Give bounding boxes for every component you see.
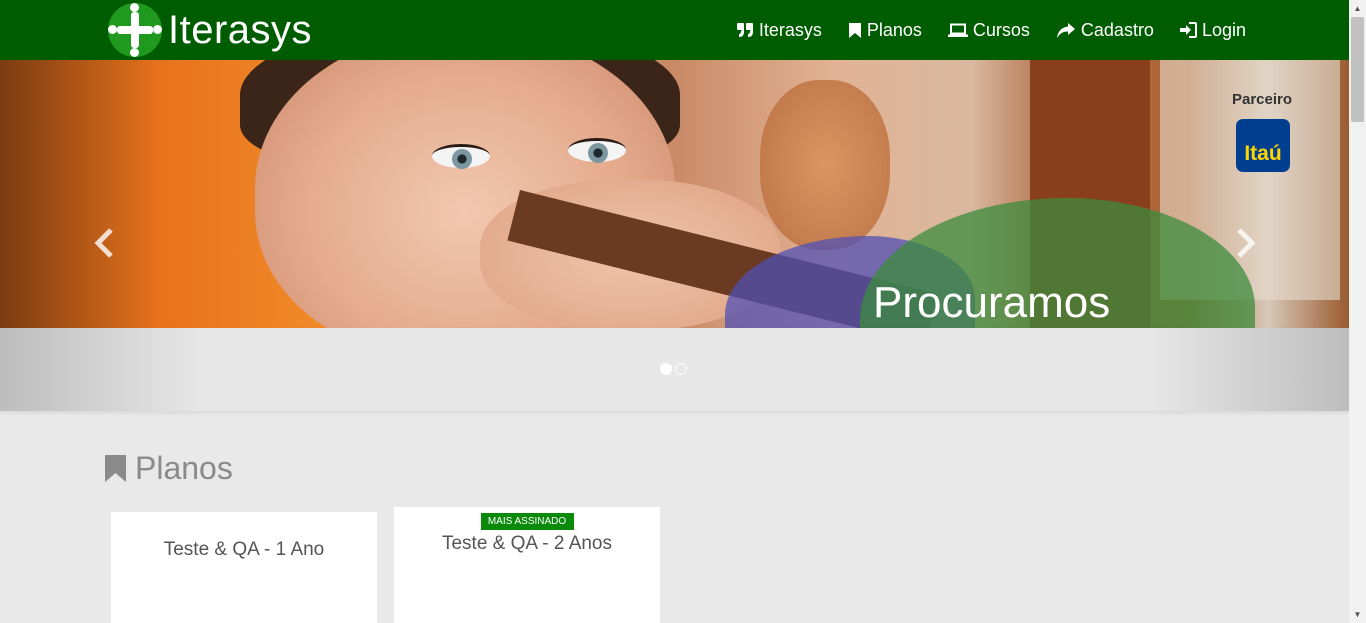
brand-name: Iterasys bbox=[168, 7, 313, 52]
carousel-indicator-1[interactable] bbox=[660, 363, 672, 375]
top-navbar: Iterasys Iterasys Planos Cursos Cadastro… bbox=[0, 0, 1349, 60]
photo-right-eye bbox=[568, 138, 626, 163]
nav-item-cursos[interactable]: Cursos bbox=[947, 19, 1030, 41]
plans-section-title: Planos bbox=[104, 450, 233, 487]
plans-title-text: Planos bbox=[135, 450, 233, 486]
nav-item-label: Cursos bbox=[972, 19, 1030, 40]
main-nav: Iterasys Planos Cursos Cadastro Login bbox=[710, 0, 1246, 60]
plan-name: Teste & QA - 2 Anos bbox=[441, 533, 613, 554]
page-scrollbar[interactable]: ▲ ▼ bbox=[1349, 0, 1366, 623]
carousel-indicator-2[interactable] bbox=[675, 363, 687, 375]
nav-item-iterasys[interactable]: Iterasys bbox=[736, 20, 822, 41]
plan-card[interactable]: Teste & QA - 1 Ano bbox=[111, 512, 377, 623]
chevron-left-icon bbox=[94, 228, 113, 258]
plan-card[interactable]: MAIS ASSINADO Teste & QA - 2 Anos bbox=[394, 507, 660, 623]
bookmark-icon bbox=[848, 22, 861, 38]
carousel-prev-button[interactable] bbox=[84, 223, 124, 263]
partner-logo[interactable]: Itaú bbox=[1236, 119, 1290, 172]
background-guitar bbox=[760, 80, 890, 250]
carousel-next-button[interactable] bbox=[1226, 223, 1266, 263]
laptop-icon bbox=[947, 23, 968, 37]
brand-logo-icon bbox=[108, 3, 162, 57]
nav-item-label: Login bbox=[1201, 19, 1246, 40]
partner-label: Parceiro bbox=[1231, 91, 1293, 108]
slide-caption: Procuramos bbox=[873, 278, 1111, 327]
page: Iterasys Iterasys Planos Cursos Cadastro… bbox=[0, 0, 1366, 623]
scrollbar-thumb[interactable] bbox=[1351, 17, 1364, 122]
scroll-down-arrow-icon[interactable]: ▼ bbox=[1349, 606, 1366, 623]
nav-item-login[interactable]: Login bbox=[1179, 19, 1246, 41]
scroll-up-arrow-icon[interactable]: ▲ bbox=[1349, 0, 1366, 17]
carousel-indicators bbox=[660, 363, 690, 375]
partner-logo-text: Itaú bbox=[1244, 142, 1282, 165]
nav-item-label: Cadastro bbox=[1080, 19, 1154, 40]
nav-item-cadastro[interactable]: Cadastro bbox=[1056, 20, 1154, 41]
quote-icon bbox=[736, 23, 753, 37]
login-icon bbox=[1179, 22, 1197, 38]
nav-item-label: Planos bbox=[866, 19, 922, 40]
most-subscribed-badge: MAIS ASSINADO bbox=[480, 513, 574, 530]
bookmark-icon bbox=[105, 455, 126, 482]
hero-carousel: Procuramos Parceiro Itaú bbox=[0, 60, 1349, 328]
plan-name: Teste & QA - 1 Ano bbox=[163, 539, 325, 560]
nav-item-planos[interactable]: Planos bbox=[848, 20, 922, 41]
share-arrow-icon bbox=[1056, 22, 1075, 38]
chevron-right-icon bbox=[1237, 228, 1256, 258]
nav-item-label: Iterasys bbox=[758, 19, 822, 40]
brand-link[interactable]: Iterasys bbox=[108, 3, 312, 57]
photo-left-eye bbox=[432, 144, 490, 169]
